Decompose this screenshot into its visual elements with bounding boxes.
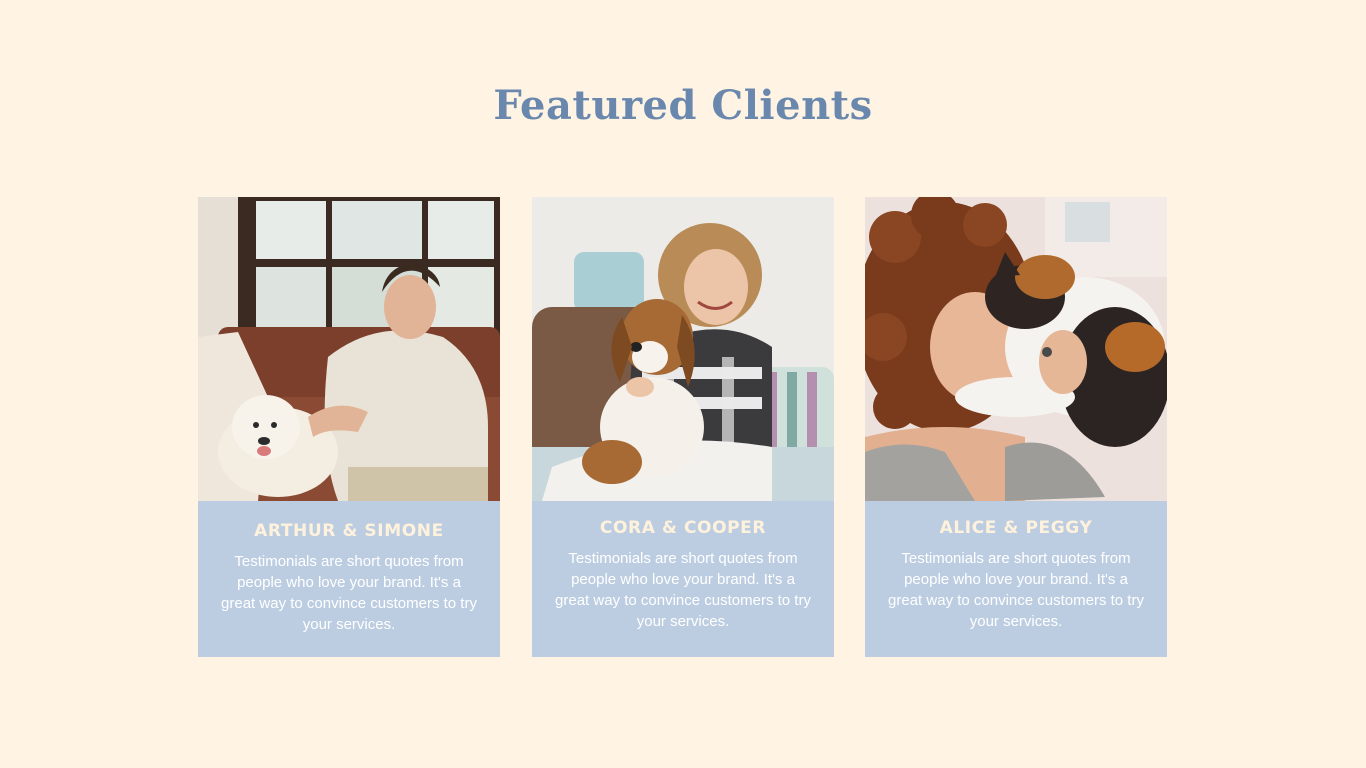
client-name: ALICE & PEGGY bbox=[939, 518, 1093, 538]
client-card-arthur-simone: ARTHUR & SIMONE Testimonials are short q… bbox=[198, 197, 500, 657]
client-photo bbox=[198, 197, 500, 501]
page-title: Featured Clients bbox=[493, 82, 873, 129]
client-photo bbox=[532, 197, 834, 501]
client-testimonial: Testimonials are short quotes from peopl… bbox=[221, 553, 477, 633]
client-info-panel: ARTHUR & SIMONE Testimonials are short q… bbox=[198, 501, 500, 657]
client-testimonial: Testimonials are short quotes from peopl… bbox=[555, 550, 811, 630]
client-name: CORA & COOPER bbox=[599, 518, 767, 538]
client-name: ARTHUR & SIMONE bbox=[254, 521, 444, 541]
client-info-panel: CORA & COOPER Testimonials are short quo… bbox=[532, 501, 834, 657]
client-info-panel: ALICE & PEGGY Testimonials are short quo… bbox=[865, 501, 1167, 657]
client-testimonial: Testimonials are short quotes from peopl… bbox=[888, 550, 1144, 630]
client-photo bbox=[865, 197, 1167, 501]
client-card-alice-peggy: ALICE & PEGGY Testimonials are short quo… bbox=[865, 197, 1167, 657]
client-card-cora-cooper: CORA & COOPER Testimonials are short quo… bbox=[532, 197, 834, 657]
